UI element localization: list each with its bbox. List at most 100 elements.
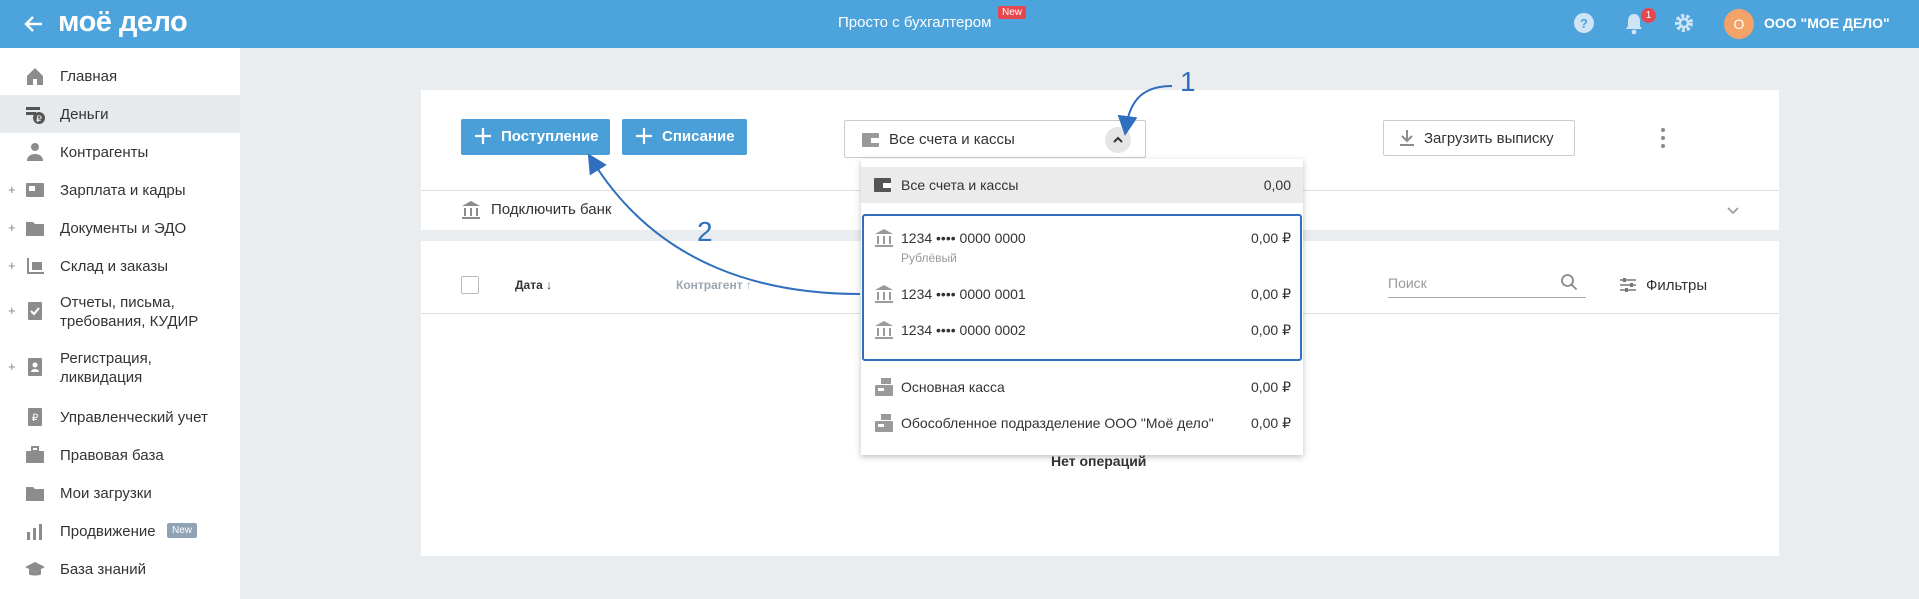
sidebar-item-management[interactable]: ₽ Управленческий учет xyxy=(0,398,240,436)
cash-register-icon xyxy=(873,412,895,439)
wallet-icon xyxy=(873,176,893,199)
dropdown-item-amount: 0,00 xyxy=(1263,177,1291,193)
search-placeholder: Поиск xyxy=(1388,275,1427,291)
folder-icon xyxy=(24,217,46,239)
new-badge: New xyxy=(167,523,198,538)
chart-icon xyxy=(24,520,46,542)
sidebar-item-registration[interactable]: + Регистрация, ликвидация xyxy=(0,341,240,395)
sidebar-item-money[interactable]: ₽ Деньги xyxy=(0,95,240,133)
sidebar-item-label: Документы и ЭДО xyxy=(60,220,187,237)
plus-icon xyxy=(473,126,493,150)
dropdown-item-amount: 0,00 ₽ xyxy=(1250,415,1291,431)
sidebar-item-home[interactable]: Главная xyxy=(0,57,240,95)
gear-icon[interactable] xyxy=(1673,12,1695,39)
expand-plus-icon[interactable]: + xyxy=(8,258,16,273)
back-arrow-icon[interactable] xyxy=(22,12,46,41)
accounts-highlight-frame xyxy=(862,214,1302,361)
plus-icon xyxy=(634,126,654,150)
expand-plus-icon[interactable]: + xyxy=(8,182,16,197)
upload-statement-button[interactable]: Загрузить выписку xyxy=(1383,120,1575,156)
annotation-number-1: 1 xyxy=(1180,66,1196,97)
avatar[interactable]: О xyxy=(1724,9,1754,39)
sidebar-item-label: Продвижение xyxy=(60,523,156,540)
wallet-icon xyxy=(861,131,881,154)
sidebar-item-label: Регистрация, xyxy=(60,350,152,367)
promo-new-badge: New xyxy=(998,6,1027,19)
account-select-value: Все счета и кассы xyxy=(889,131,1015,148)
sidebar-item-label: Правовая база xyxy=(60,447,164,464)
sidebar-item-label: Зарплата и кадры xyxy=(60,182,186,199)
upload-statement-label: Загрузить выписку xyxy=(1424,130,1554,147)
sidebar-item-label: Склад и заказы xyxy=(60,258,169,275)
svg-text:?: ? xyxy=(1580,16,1588,31)
salary-icon xyxy=(24,179,46,201)
sidebar-item-label: ликвидация xyxy=(60,369,143,386)
dropdown-item-cash[interactable]: Обособленное подразделение ООО "Моё дело… xyxy=(861,408,1303,444)
top-bar: моё дело Просто с бухгалтером New ? 1 О … xyxy=(0,0,1919,48)
download-icon xyxy=(1398,128,1416,153)
money-icon: ₽ xyxy=(24,103,46,125)
date-column-header[interactable]: Дата ↓ xyxy=(515,278,552,292)
more-options-icon[interactable] xyxy=(1659,126,1667,155)
add-income-button[interactable]: Поступление xyxy=(461,119,610,155)
sidebar-item-label: Деньги xyxy=(60,106,109,123)
dropdown-item-label: Основная касса xyxy=(901,379,1005,395)
sidebar: Главная ₽ Деньги Контрагенты + Зарплата … xyxy=(0,48,240,599)
connect-bank-link[interactable]: Подключить банк xyxy=(491,201,611,218)
warehouse-icon xyxy=(24,255,46,277)
reports-icon xyxy=(24,300,46,322)
svg-text:₽: ₽ xyxy=(36,114,42,124)
chevron-up-icon[interactable] xyxy=(1105,127,1131,153)
account-select[interactable]: Все счета и кассы xyxy=(844,120,1146,158)
bank-icon xyxy=(460,199,482,226)
svg-text:₽: ₽ xyxy=(32,413,39,424)
company-name[interactable]: ООО "МОЕ ДЕЛО" xyxy=(1764,15,1890,31)
notification-count-badge: 1 xyxy=(1641,8,1656,23)
app-logo[interactable]: моё дело xyxy=(58,6,188,39)
dropdown-item-all[interactable]: Все счета и кассы 0,00 xyxy=(861,167,1303,203)
search-input[interactable]: Поиск xyxy=(1388,271,1586,298)
help-icon[interactable]: ? xyxy=(1573,12,1595,39)
promo-link[interactable]: Просто с бухгалтером xyxy=(838,14,991,31)
registration-icon xyxy=(24,356,46,378)
sidebar-item-warehouse[interactable]: + Склад и заказы xyxy=(0,247,240,285)
sidebar-item-salary[interactable]: + Зарплата и кадры xyxy=(0,171,240,209)
filters-icon[interactable] xyxy=(1618,275,1638,300)
sidebar-item-label: Управленческий учет xyxy=(60,409,208,426)
home-icon xyxy=(24,65,46,87)
add-expense-label: Списание xyxy=(662,128,735,145)
sidebar-item-label: Контрагенты xyxy=(60,144,149,161)
expand-plus-icon[interactable]: + xyxy=(8,359,16,374)
empty-state-message: Нет операций xyxy=(1051,453,1147,469)
sidebar-item-knowledge[interactable]: База знаний xyxy=(0,550,240,588)
graduation-icon xyxy=(24,558,46,580)
select-all-checkbox[interactable] xyxy=(461,276,479,294)
search-icon[interactable] xyxy=(1560,273,1578,296)
sidebar-item-label: Отчеты, письма, xyxy=(60,294,175,311)
sidebar-item-downloads[interactable]: Мои загрузки xyxy=(0,474,240,512)
briefcase-icon xyxy=(24,444,46,466)
sidebar-item-documents[interactable]: + Документы и ЭДО xyxy=(0,209,240,247)
annotation-number-2: 2 xyxy=(697,216,713,247)
dropdown-item-amount: 0,00 ₽ xyxy=(1250,379,1291,395)
sidebar-item-reports[interactable]: + Отчеты, письма, требования, КУДИР xyxy=(0,285,240,339)
sidebar-item-label: Мои загрузки xyxy=(60,485,152,502)
cash-register-icon xyxy=(873,376,895,403)
filters-button[interactable]: Фильтры xyxy=(1646,277,1707,294)
sidebar-item-promotion[interactable]: Продвижение New xyxy=(0,512,240,550)
management-icon: ₽ xyxy=(24,406,46,428)
contractor-column-header[interactable]: Контрагент ↑ xyxy=(676,278,752,292)
chevron-down-icon[interactable] xyxy=(1725,202,1741,223)
sidebar-item-label: Главная xyxy=(60,68,118,85)
sidebar-item-label: требования, КУДИР xyxy=(60,313,199,330)
expand-plus-icon[interactable]: + xyxy=(8,303,16,318)
dropdown-item-cash[interactable]: Основная касса 0,00 ₽ xyxy=(861,372,1303,408)
sidebar-item-legal[interactable]: Правовая база xyxy=(0,436,240,474)
dropdown-item-label: Обособленное подразделение ООО "Моё дело… xyxy=(901,415,1214,431)
expand-plus-icon[interactable]: + xyxy=(8,220,16,235)
add-expense-button[interactable]: Списание xyxy=(622,119,747,155)
add-income-label: Поступление xyxy=(501,128,599,145)
dropdown-item-label: Все счета и кассы xyxy=(901,177,1019,193)
sidebar-item-contractors[interactable]: Контрагенты xyxy=(0,133,240,171)
folder-icon xyxy=(24,482,46,504)
